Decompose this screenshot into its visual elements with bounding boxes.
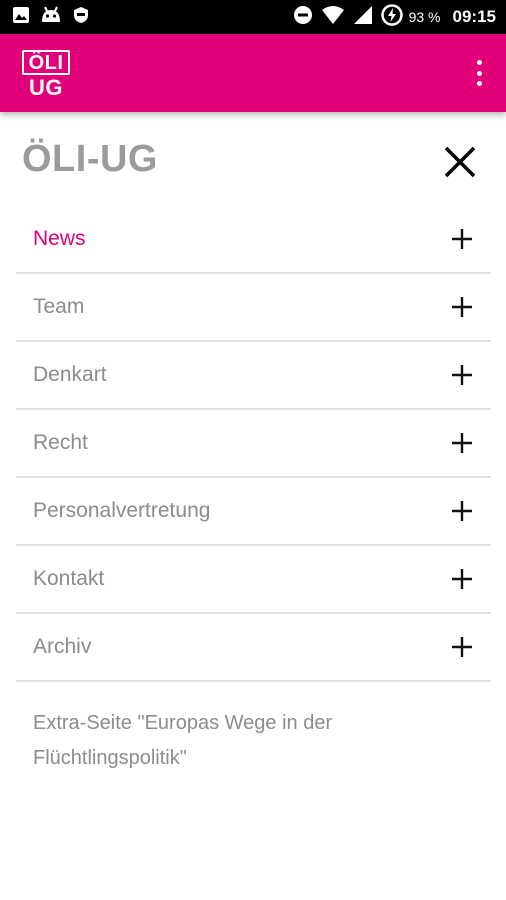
menu-item-label: Team (33, 295, 85, 318)
app-bar: ÖLI UG (0, 34, 506, 112)
expand-plus-icon[interactable] (451, 500, 473, 522)
menu-item-news[interactable]: News (16, 206, 491, 274)
expand-plus-icon[interactable] (451, 296, 473, 318)
cell-signal-icon (353, 5, 373, 29)
extra-page-link[interactable]: Extra-Seite "Europas Wege in der Flüchtl… (33, 706, 473, 776)
menu-item-label: Recht (33, 431, 88, 454)
battery-saver-icon (380, 4, 403, 30)
menu-item-label: Archiv (33, 635, 92, 658)
menu-item-team[interactable]: Team (16, 274, 491, 342)
logo-line-1: ÖLI (22, 50, 70, 75)
clock: 09:15 (452, 7, 496, 26)
menu-item-recht[interactable]: Recht (16, 410, 491, 478)
expand-plus-icon[interactable] (451, 568, 473, 590)
menu-item-archiv[interactable]: Archiv (16, 614, 491, 682)
menu-item-label: News (33, 227, 86, 250)
menu-item-label: Kontakt (33, 567, 105, 590)
close-icon[interactable] (440, 142, 480, 182)
gallery-notification-icon (12, 6, 30, 29)
android-notification-icon (40, 6, 62, 29)
expand-plus-icon[interactable] (451, 636, 473, 658)
battery-percent: 93 % (408, 9, 441, 25)
menu-item-denkart[interactable]: Denkart (16, 342, 491, 410)
expand-plus-icon[interactable] (451, 432, 473, 454)
app-logo[interactable]: ÖLI UG (22, 50, 70, 99)
wifi-icon (321, 5, 345, 29)
logo-line-2: UG (29, 75, 63, 100)
overflow-menu-icon[interactable] (474, 60, 484, 86)
menu-item-personalvertretung[interactable]: Personalvertretung (16, 478, 491, 546)
expand-plus-icon[interactable] (451, 228, 473, 250)
menu-item-label: Denkart (33, 363, 107, 386)
menu-item-label: Personalvertretung (33, 499, 211, 522)
expand-plus-icon[interactable] (451, 364, 473, 386)
menu-list: News Team Denkart Recht Personalvertretu… (16, 206, 491, 682)
shield-notification-icon (72, 6, 90, 29)
do-not-disturb-icon (293, 5, 313, 29)
menu-item-kontakt[interactable]: Kontakt (16, 546, 491, 614)
menu-title: ÖLI-UG (22, 138, 158, 180)
status-bar: 93 % 09:15 (0, 0, 506, 34)
